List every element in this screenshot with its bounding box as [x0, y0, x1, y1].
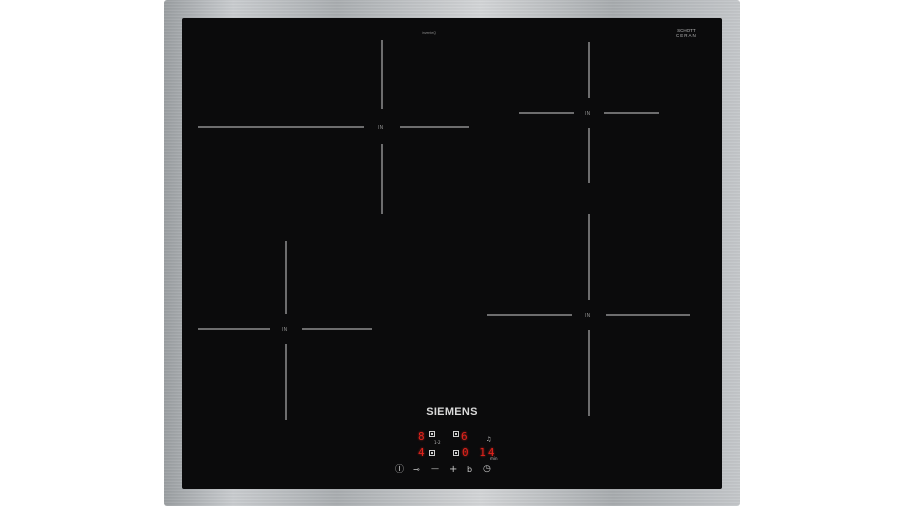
plus-button[interactable]: + [449, 465, 457, 475]
ceran-text: CERAN [676, 33, 697, 38]
timer-unit: min [490, 456, 498, 461]
zone-select-top-right[interactable] [453, 431, 459, 437]
display-top-left: 8 [418, 430, 425, 443]
timer-clock-icon[interactable]: ◷ [483, 464, 491, 474]
power-button-icon[interactable]: Ⓘ [395, 465, 404, 475]
zone-bl-label: IN [282, 327, 287, 333]
zone-link-label: 1-2 [434, 440, 441, 445]
display-top-right: 6 [461, 430, 468, 443]
child-lock-key-icon[interactable]: ⊸ [413, 465, 420, 475]
schott-ceran-logo: SCHOTT CERAN [676, 28, 697, 38]
bell-icon[interactable]: ♫ [486, 435, 491, 445]
zone-select-bottom-left[interactable] [429, 450, 435, 456]
zone-br-label: IN [585, 313, 590, 319]
boost-button[interactable]: b [467, 465, 472, 475]
brand-logo: SIEMENS [426, 406, 478, 418]
zone-select-top-left[interactable] [429, 431, 435, 437]
ceramic-glass-cooktop: IN IN IN IN inventeQ SCHOTT CERAN SIEMEN… [182, 18, 722, 489]
model-text: inventeQ [422, 31, 437, 35]
zone-markings: IN IN IN IN [198, 40, 690, 420]
zone-tr-label: IN [585, 111, 590, 117]
display-bottom-left: 4 [418, 446, 425, 459]
zone-tl-label: IN [378, 125, 383, 131]
zone-select-bottom-right[interactable] [453, 450, 459, 456]
minus-button[interactable]: — [431, 464, 439, 474]
